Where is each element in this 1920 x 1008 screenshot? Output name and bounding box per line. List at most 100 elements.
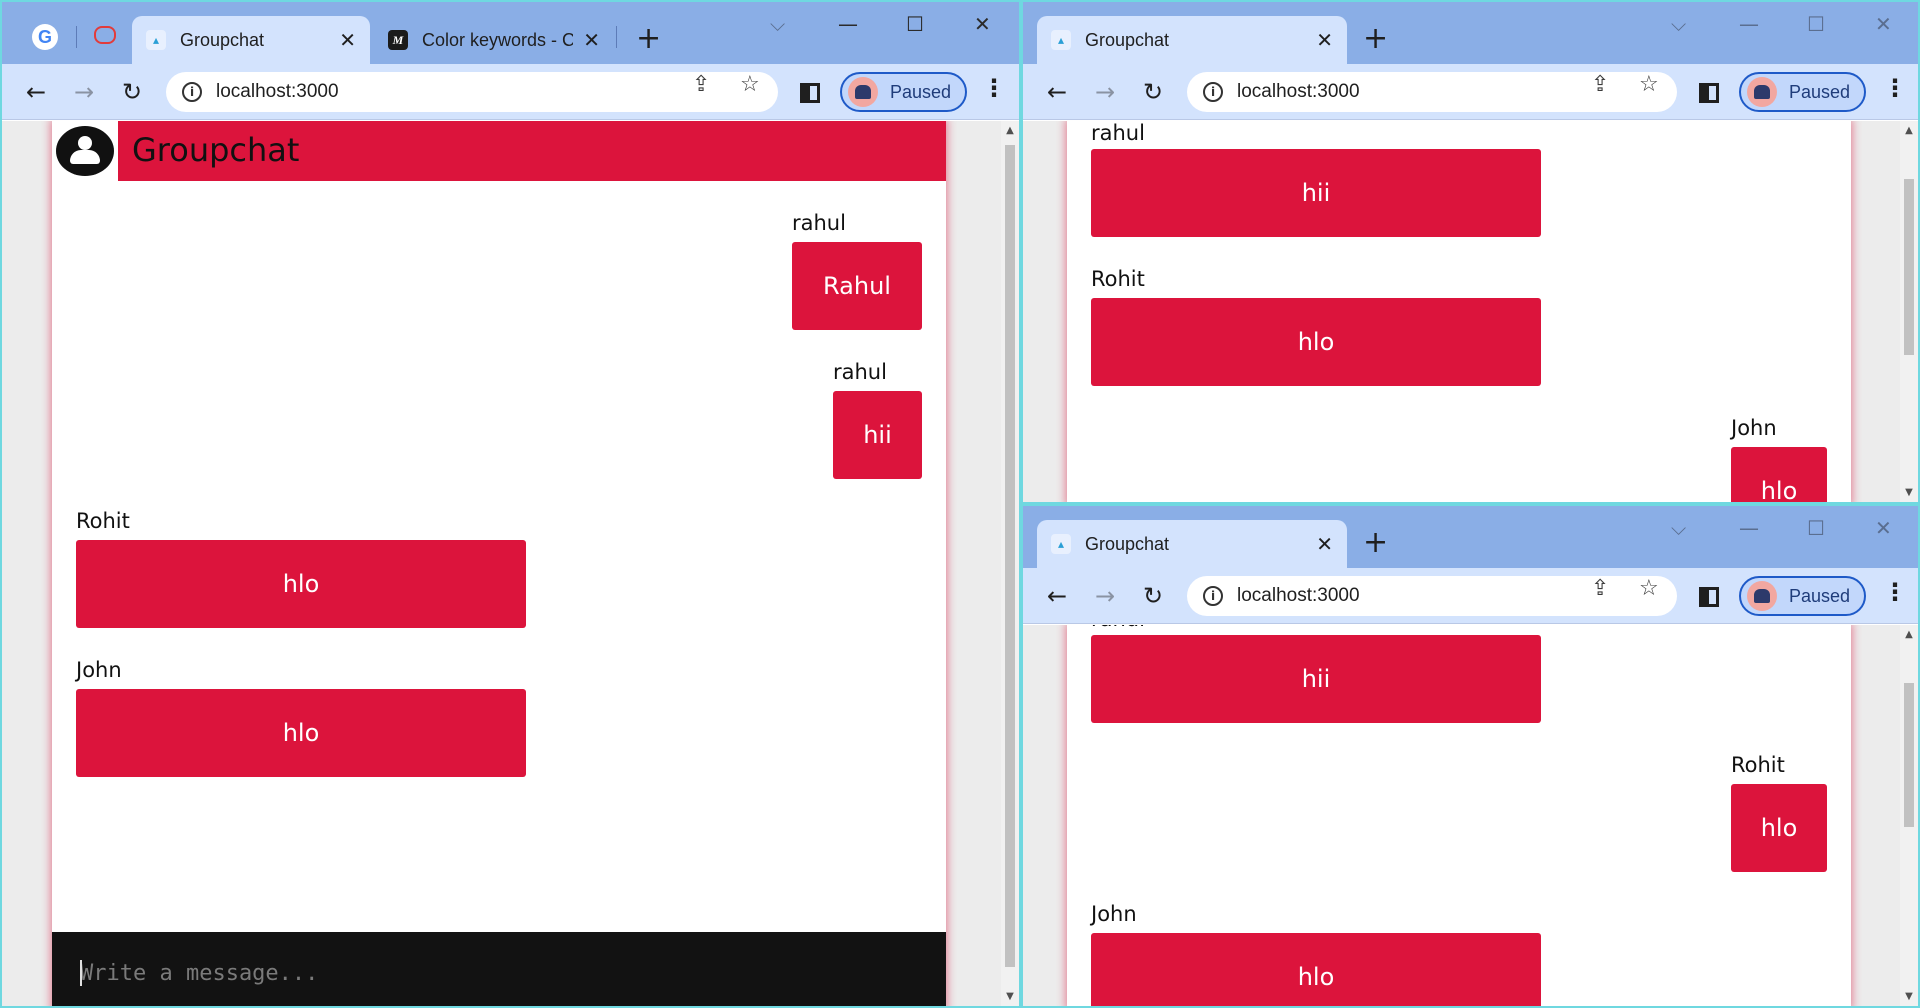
message-sender: Rohit	[1091, 267, 1145, 291]
back-button[interactable]: ←	[1037, 576, 1077, 616]
tab-strip: G ▴ Groupchat ✕ M Color keywords - C ✕ +…	[2, 2, 1019, 64]
new-tab-button[interactable]: +	[636, 24, 661, 54]
site-favicon-icon: ▴	[146, 30, 166, 50]
message-sender: John	[1091, 902, 1137, 926]
groupchat-app: rahul hii Rohit hlo John hlo	[1067, 121, 1851, 502]
maximize-button[interactable]: ☐	[1807, 516, 1825, 540]
bookmark-star-icon[interactable]: ☆	[1639, 576, 1659, 601]
side-panel-icon[interactable]	[1699, 83, 1719, 103]
tab-search-dropdown-icon[interactable]: ⌵	[770, 12, 785, 36]
scroll-up-arrow[interactable]: ▲	[1001, 125, 1019, 136]
profile-button[interactable]: Paused	[1739, 72, 1867, 112]
minimize-button[interactable]: —	[838, 12, 858, 36]
minimize-button[interactable]: —	[1739, 12, 1759, 36]
minimize-button[interactable]: —	[1739, 516, 1759, 540]
close-window-button[interactable]: ✕	[1875, 12, 1892, 36]
profile-avatar-icon	[848, 77, 878, 107]
app-title: Groupchat	[132, 131, 300, 169]
scroll-thumb[interactable]	[1005, 145, 1015, 967]
tab-close-icon[interactable]: ✕	[1316, 532, 1333, 557]
browser-menu-icon[interactable]: ⋮	[1883, 578, 1907, 606]
tab-groupchat[interactable]: ▴ Groupchat ✕	[1037, 520, 1347, 568]
message-bubble: hii	[833, 391, 922, 479]
google-icon[interactable]: G	[32, 24, 58, 50]
share-icon[interactable]: ⇪	[692, 72, 710, 97]
profile-button[interactable]: Paused	[840, 72, 968, 112]
share-icon[interactable]: ⇪	[1591, 72, 1609, 97]
tab-close-icon[interactable]: ✕	[583, 28, 600, 53]
side-panel-icon[interactable]	[800, 83, 820, 103]
browser-toolbar: ← → ↻ i localhost:3000 ⇪ ☆ Paused ⋮	[2, 64, 1019, 120]
message-sender: Rohit	[1731, 753, 1785, 777]
back-button[interactable]: ←	[16, 72, 56, 112]
tab-strip: ▴ Groupchat ✕ + ⌵ — ☐ ✕	[1023, 506, 1918, 568]
side-panel-icon[interactable]	[1699, 587, 1719, 607]
profile-status: Paused	[890, 81, 952, 102]
scroll-down-arrow[interactable]: ▼	[1900, 487, 1918, 498]
tab-groupchat[interactable]: ▴ Groupchat ✕	[132, 16, 370, 64]
message-sender: rahul	[1091, 625, 1145, 631]
site-info-icon[interactable]: i	[182, 82, 202, 102]
logo-container	[52, 121, 118, 181]
scroll-down-arrow[interactable]: ▼	[1900, 991, 1918, 1002]
tab-search-dropdown-icon[interactable]: ⌵	[1671, 516, 1686, 540]
site-favicon-icon: ▴	[1051, 534, 1071, 554]
chat-app-icon[interactable]	[94, 26, 116, 44]
page-scrollbar[interactable]: ▲ ▼	[1001, 121, 1019, 1006]
page-scrollbar[interactable]: ▲ ▼	[1900, 625, 1918, 1006]
forward-button[interactable]: →	[64, 72, 104, 112]
new-tab-button[interactable]: +	[1363, 24, 1388, 54]
profile-status: Paused	[1789, 81, 1851, 102]
groupchat-logo-icon	[56, 126, 114, 176]
profile-status: Paused	[1789, 585, 1851, 606]
forward-button[interactable]: →	[1085, 576, 1125, 616]
browser-menu-icon[interactable]: ⋮	[982, 74, 1006, 102]
message-bubble: hlo	[1091, 933, 1541, 1006]
tab-label: Groupchat	[1085, 533, 1170, 554]
site-info-icon[interactable]: i	[1203, 586, 1223, 606]
message-input[interactable]	[80, 958, 680, 988]
maximize-button[interactable]: ☐	[906, 12, 924, 36]
text-cursor	[80, 960, 82, 986]
scroll-thumb[interactable]	[1904, 683, 1914, 827]
url-text: localhost:3000	[1237, 81, 1360, 102]
tab-separator	[76, 26, 77, 48]
tab-strip: ▴ Groupchat ✕ + ⌵ — ☐ ✕	[1023, 2, 1918, 64]
page-scrollbar[interactable]: ▲ ▼	[1900, 121, 1918, 502]
forward-button[interactable]: →	[1085, 72, 1125, 112]
tab-close-icon[interactable]: ✕	[1316, 28, 1333, 53]
scroll-thumb[interactable]	[1904, 179, 1914, 355]
browser-menu-icon[interactable]: ⋮	[1883, 74, 1907, 102]
reload-button[interactable]: ↻	[1133, 576, 1173, 616]
scroll-up-arrow[interactable]: ▲	[1900, 125, 1918, 136]
back-button[interactable]: ←	[1037, 72, 1077, 112]
site-info-icon[interactable]: i	[1203, 82, 1223, 102]
tab-search-dropdown-icon[interactable]: ⌵	[1671, 12, 1686, 36]
close-window-button[interactable]: ✕	[1875, 516, 1892, 540]
close-window-button[interactable]: ✕	[974, 12, 991, 36]
message-bubble: hii	[1091, 635, 1541, 723]
maximize-button[interactable]: ☐	[1807, 12, 1825, 36]
reload-button[interactable]: ↻	[112, 72, 152, 112]
new-tab-button[interactable]: +	[1363, 528, 1388, 558]
tab-color-keywords[interactable]: M Color keywords - C ✕	[374, 16, 614, 64]
url-text: localhost:3000	[216, 81, 339, 102]
page-viewport: Groupchat rahul Rahul rahul hii Rohit hl…	[2, 121, 1019, 1006]
message-sender: John	[1731, 416, 1777, 440]
message-sender: Rohit	[76, 509, 130, 533]
share-icon[interactable]: ⇪	[1591, 576, 1609, 601]
tab-close-icon[interactable]: ✕	[339, 28, 356, 53]
url-text: localhost:3000	[1237, 585, 1360, 606]
bookmark-star-icon[interactable]: ☆	[740, 72, 760, 97]
tab-groupchat[interactable]: ▴ Groupchat ✕	[1037, 16, 1347, 64]
tab-separator	[616, 26, 617, 48]
mdn-favicon-icon: M	[388, 30, 408, 50]
scroll-down-arrow[interactable]: ▼	[1001, 991, 1019, 1002]
reload-button[interactable]: ↻	[1133, 72, 1173, 112]
address-bar[interactable]: i localhost:3000	[166, 72, 778, 112]
scroll-up-arrow[interactable]: ▲	[1900, 629, 1918, 640]
bookmark-star-icon[interactable]: ☆	[1639, 72, 1659, 97]
browser-window-top-right: ▴ Groupchat ✕ + ⌵ — ☐ ✕ ← → ↻ i localhos…	[1021, 0, 1920, 504]
message-bubble: hlo	[1731, 447, 1827, 502]
profile-button[interactable]: Paused	[1739, 576, 1867, 616]
